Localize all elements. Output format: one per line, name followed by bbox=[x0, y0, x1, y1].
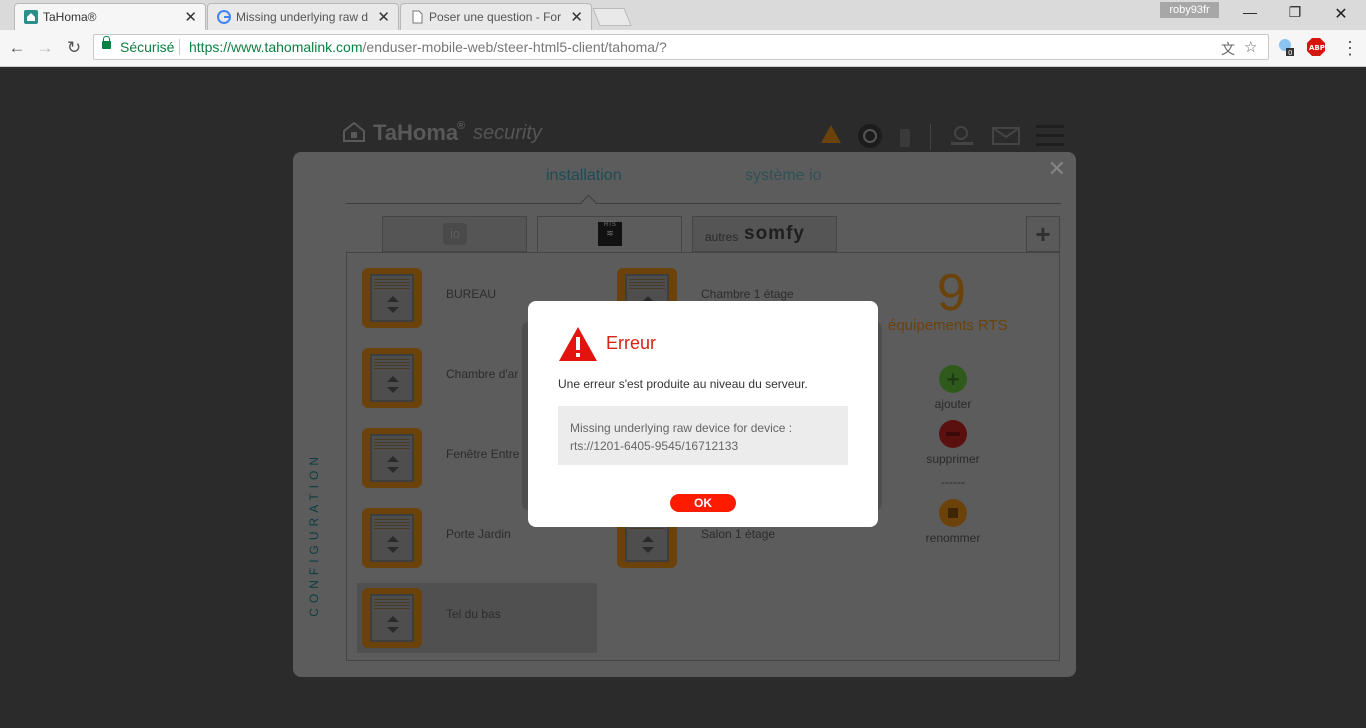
logo-text: TaHoma bbox=[373, 120, 459, 145]
device-name: Chambre d'ar bbox=[446, 367, 519, 381]
close-tab-icon[interactable]: ✕ bbox=[570, 8, 583, 26]
hamburger-menu-icon[interactable] bbox=[1036, 124, 1066, 148]
profile-badge[interactable]: roby93fr bbox=[1160, 2, 1219, 18]
plus-circle-icon: + bbox=[939, 365, 967, 393]
close-tab-icon[interactable]: ✕ bbox=[377, 8, 390, 26]
browser-tab-forum[interactable]: Poser une question - For ✕ bbox=[400, 3, 592, 30]
shutter-icon bbox=[362, 508, 422, 568]
shutter-icon bbox=[362, 268, 422, 328]
device-count-label: équipements RTS bbox=[888, 317, 1008, 334]
address-bar[interactable]: Sécurisé https://www.tahomalink.com/endu… bbox=[93, 34, 1269, 60]
page-icon bbox=[412, 10, 423, 24]
rename-device-button[interactable]: renommer bbox=[903, 499, 1003, 545]
protocol-tab-rts[interactable]: RTS ≋ bbox=[537, 216, 682, 252]
logo-reg: ® bbox=[457, 120, 466, 132]
warning-icon bbox=[559, 327, 597, 361]
tahoma-icon bbox=[24, 10, 38, 24]
error-detail-line: rts://1201-6405-9545/16712133 bbox=[570, 439, 739, 453]
forward-icon[interactable]: → bbox=[33, 36, 57, 60]
minimize-icon[interactable]: — bbox=[1230, 4, 1270, 24]
tab-indicator bbox=[580, 194, 597, 211]
ok-button[interactable]: OK bbox=[670, 494, 736, 512]
device-item-selected[interactable]: Tel du bas bbox=[357, 583, 597, 653]
svg-text:0: 0 bbox=[1288, 49, 1292, 56]
header-divider bbox=[930, 124, 931, 150]
browser-tab-google[interactable]: Missing underlying raw d ✕ bbox=[207, 3, 399, 30]
user-icon[interactable] bbox=[948, 124, 976, 148]
browser-tabstrip: TaHoma® ✕ Missing underlying raw d ✕ Pos… bbox=[0, 0, 1366, 30]
tab-title: Missing underlying raw d bbox=[236, 10, 369, 24]
protocol-tab-somfy[interactable]: autres somfy bbox=[692, 216, 837, 252]
lock-icon bbox=[102, 36, 111, 49]
error-detail-box: Missing underlying raw device for device… bbox=[558, 406, 848, 465]
protocol-tab-io[interactable]: io bbox=[382, 216, 527, 252]
others-label: autres bbox=[705, 230, 739, 244]
secure-label: Sécurisé bbox=[120, 39, 175, 55]
new-tab-button[interactable] bbox=[592, 8, 632, 26]
tahoma-logo: TaHoma ® security bbox=[343, 120, 553, 146]
logo-sub: security bbox=[473, 122, 542, 144]
url-host: https://www.tahomalink.com bbox=[189, 39, 363, 55]
google-icon bbox=[217, 10, 231, 24]
close-window-icon[interactable]: ✕ bbox=[1321, 4, 1361, 24]
url-text: https://www.tahomalink.com/enduser-mobil… bbox=[189, 39, 667, 55]
restore-icon[interactable]: ❐ bbox=[1275, 4, 1315, 24]
add-label: ajouter bbox=[934, 397, 972, 411]
shutter-icon bbox=[362, 348, 422, 408]
divider bbox=[179, 39, 180, 55]
mail-icon[interactable] bbox=[992, 127, 1020, 145]
alert-icon[interactable] bbox=[820, 124, 842, 144]
tab-system-io[interactable]: système io bbox=[745, 167, 821, 185]
tab-title: Poser une question - For bbox=[429, 10, 562, 24]
battery-icon[interactable] bbox=[898, 126, 912, 148]
remove-label: supprimer bbox=[926, 452, 980, 466]
star-icon[interactable]: ☆ bbox=[1244, 38, 1257, 56]
actions-separator: ------ bbox=[941, 475, 965, 489]
configuration-side-label: CONFIGURATION bbox=[307, 452, 321, 617]
somfy-logo: somfy bbox=[744, 223, 805, 244]
url-path: /enduser-mobile-web/steer-html5-client/t… bbox=[362, 39, 667, 55]
translate-icon[interactable]: 文 bbox=[1221, 39, 1235, 59]
browser-tab-tahoma[interactable]: TaHoma® ✕ bbox=[14, 3, 206, 30]
security-icon[interactable] bbox=[857, 124, 883, 150]
tab-installation[interactable]: installation bbox=[546, 167, 622, 185]
dialog-title: Erreur bbox=[606, 333, 657, 353]
close-tab-icon[interactable]: ✕ bbox=[184, 8, 197, 26]
io-logo: io bbox=[443, 223, 467, 245]
menu-kebab-icon[interactable]: ⋮ bbox=[1338, 36, 1362, 60]
device-name: BUREAU bbox=[446, 287, 497, 301]
rename-label: renommer bbox=[925, 531, 981, 545]
device-name: Porte Jardin bbox=[446, 527, 511, 541]
device-name: Salon 1 étage bbox=[701, 527, 776, 541]
error-detail-line: Missing underlying raw device for device… bbox=[570, 421, 793, 435]
reload-icon[interactable]: ↻ bbox=[62, 36, 86, 60]
tab-underline bbox=[346, 203, 1061, 204]
add-protocol-button[interactable]: + bbox=[1026, 216, 1060, 252]
stop-circle-icon bbox=[939, 499, 967, 527]
browser-toolbar: ← → ↻ Sécurisé https://www.tahomalink.co… bbox=[0, 30, 1366, 67]
device-name: Chambre 1 étage bbox=[701, 287, 794, 301]
error-dialog: Erreur Une erreur s'est produite au nive… bbox=[528, 301, 878, 527]
remove-device-button[interactable]: supprimer bbox=[903, 420, 1003, 466]
house-icon bbox=[343, 122, 365, 142]
rts-logo: RTS ≋ bbox=[598, 222, 622, 246]
shutter-icon bbox=[362, 588, 422, 648]
back-icon[interactable]: ← bbox=[5, 36, 29, 60]
device-count: 9 bbox=[937, 264, 966, 322]
extension-icon[interactable]: 0 bbox=[1277, 38, 1295, 56]
device-name: Fenêtre Entre bbox=[446, 447, 520, 461]
svg-text:ABP: ABP bbox=[1309, 44, 1325, 52]
shutter-icon bbox=[362, 428, 422, 488]
device-name: Tel du bas bbox=[446, 607, 501, 621]
dialog-message: Une erreur s'est produite au niveau du s… bbox=[558, 377, 808, 391]
close-panel-icon[interactable]: ✕ bbox=[1048, 156, 1066, 182]
adblock-icon[interactable]: ABP bbox=[1307, 38, 1325, 56]
minus-circle-icon bbox=[939, 420, 967, 448]
add-device-button[interactable]: + ajouter bbox=[903, 365, 1003, 411]
tab-title: TaHoma® bbox=[43, 10, 97, 24]
